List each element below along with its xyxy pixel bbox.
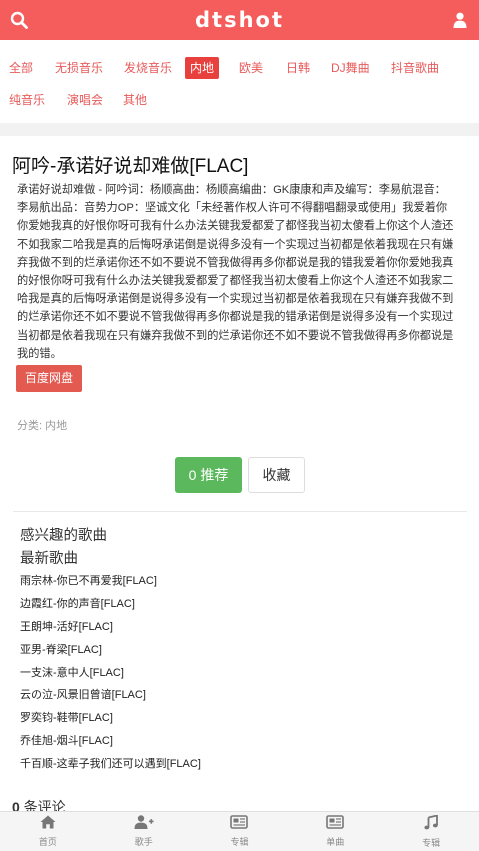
tab-label: 单曲	[326, 837, 345, 847]
top-header: dtshot	[0, 0, 479, 40]
tab-home[interactable]: 首页	[0, 812, 96, 851]
song-link[interactable]: 罗奕钧-鞋带[FLAC]	[20, 707, 201, 730]
bottom-nav: 首页 歌手 专辑 单曲 专辑	[0, 811, 479, 851]
song-category: 分类: 内地	[17, 420, 68, 432]
newspaper-icon	[230, 815, 249, 834]
recommend-label: 推荐	[200, 467, 229, 483]
search-icon[interactable]	[8, 9, 30, 31]
tab-label: 歌手	[134, 837, 153, 847]
add-user-icon	[134, 815, 154, 834]
song-description: 承诺好说却难做 - 阿吟词：杨顺高曲：杨顺高编曲：GK康康和声及编写：李易航混音…	[17, 184, 454, 360]
recommend-button[interactable]: 0 推荐	[175, 457, 242, 493]
interested-songs-heading: 感兴趣的歌曲	[20, 528, 107, 544]
music-note-icon	[424, 813, 438, 835]
tab-album[interactable]: 专辑	[192, 812, 288, 851]
category-all[interactable]: 全部	[4, 57, 38, 79]
user-icon[interactable]	[449, 9, 471, 31]
site-logo[interactable]: dtshot	[195, 8, 284, 32]
tab-label: 专辑	[230, 837, 249, 847]
category-jpkr[interactable]: 日韩	[281, 57, 315, 79]
song-link[interactable]: 王朗坤-活好[FLAC]	[20, 616, 201, 639]
latest-songs-list: 雨宗林-你已不再爱我[FLAC] 边霞红-你的声音[FLAC] 王朗坤-活好[F…	[20, 570, 201, 776]
category-mainland[interactable]: 内地	[185, 57, 220, 79]
song-link[interactable]: 雨宗林-你已不再爱我[FLAC]	[20, 570, 201, 593]
song-link[interactable]: 乔佳旭-烟斗[FLAC]	[20, 730, 201, 753]
song-title: 阿吟-承诺好说却难做[FLAC]	[12, 156, 249, 177]
tab-single[interactable]: 单曲	[287, 812, 383, 851]
song-link[interactable]: 一支沫-意中人[FLAC]	[20, 662, 201, 685]
tab-label: 专辑	[422, 837, 441, 848]
song-link[interactable]: 边霞红-你的声音[FLAC]	[20, 593, 201, 616]
tab-album-2[interactable]: 专辑	[383, 812, 479, 851]
favorite-button[interactable]: 收藏	[248, 457, 305, 493]
tab-label: 首页	[38, 837, 57, 847]
song-link[interactable]: 千百顺-这辈子我们还可以遇到[FLAC]	[20, 753, 201, 776]
category-dj[interactable]: DJ舞曲	[326, 57, 375, 79]
song-link[interactable]: 亚男-脊梁[FLAC]	[20, 639, 201, 662]
latest-songs-heading: 最新歌曲	[20, 551, 78, 567]
tab-singer[interactable]: 歌手	[96, 812, 192, 851]
category-other[interactable]: 其他	[118, 89, 152, 111]
newspaper-icon	[326, 815, 345, 834]
baidu-pan-button[interactable]: 百度网盘	[16, 365, 82, 392]
song-link[interactable]: 云の泣-风景旧曾谙[FLAC]	[20, 684, 201, 707]
category-nav: 全部 无损音乐 发烧音乐 内地 欧美 日韩 DJ舞曲 抖音歌曲 纯音乐 演唱会 …	[0, 40, 479, 123]
home-icon	[40, 815, 56, 834]
divider	[13, 511, 467, 512]
category-lossless[interactable]: 无损音乐	[50, 57, 108, 79]
recommend-count: 0	[188, 467, 197, 483]
category-western[interactable]: 欧美	[234, 57, 268, 79]
category-pure-music[interactable]: 纯音乐	[4, 89, 50, 111]
song-detail-card: 阿吟-承诺好说却难做[FLAC] 承诺好说却难做 - 阿吟词：杨顺高曲：杨顺高编…	[0, 136, 479, 815]
category-concert[interactable]: 演唱会	[62, 89, 108, 111]
category-douyin[interactable]: 抖音歌曲	[386, 57, 444, 79]
category-audiophile[interactable]: 发烧音乐	[119, 57, 177, 79]
